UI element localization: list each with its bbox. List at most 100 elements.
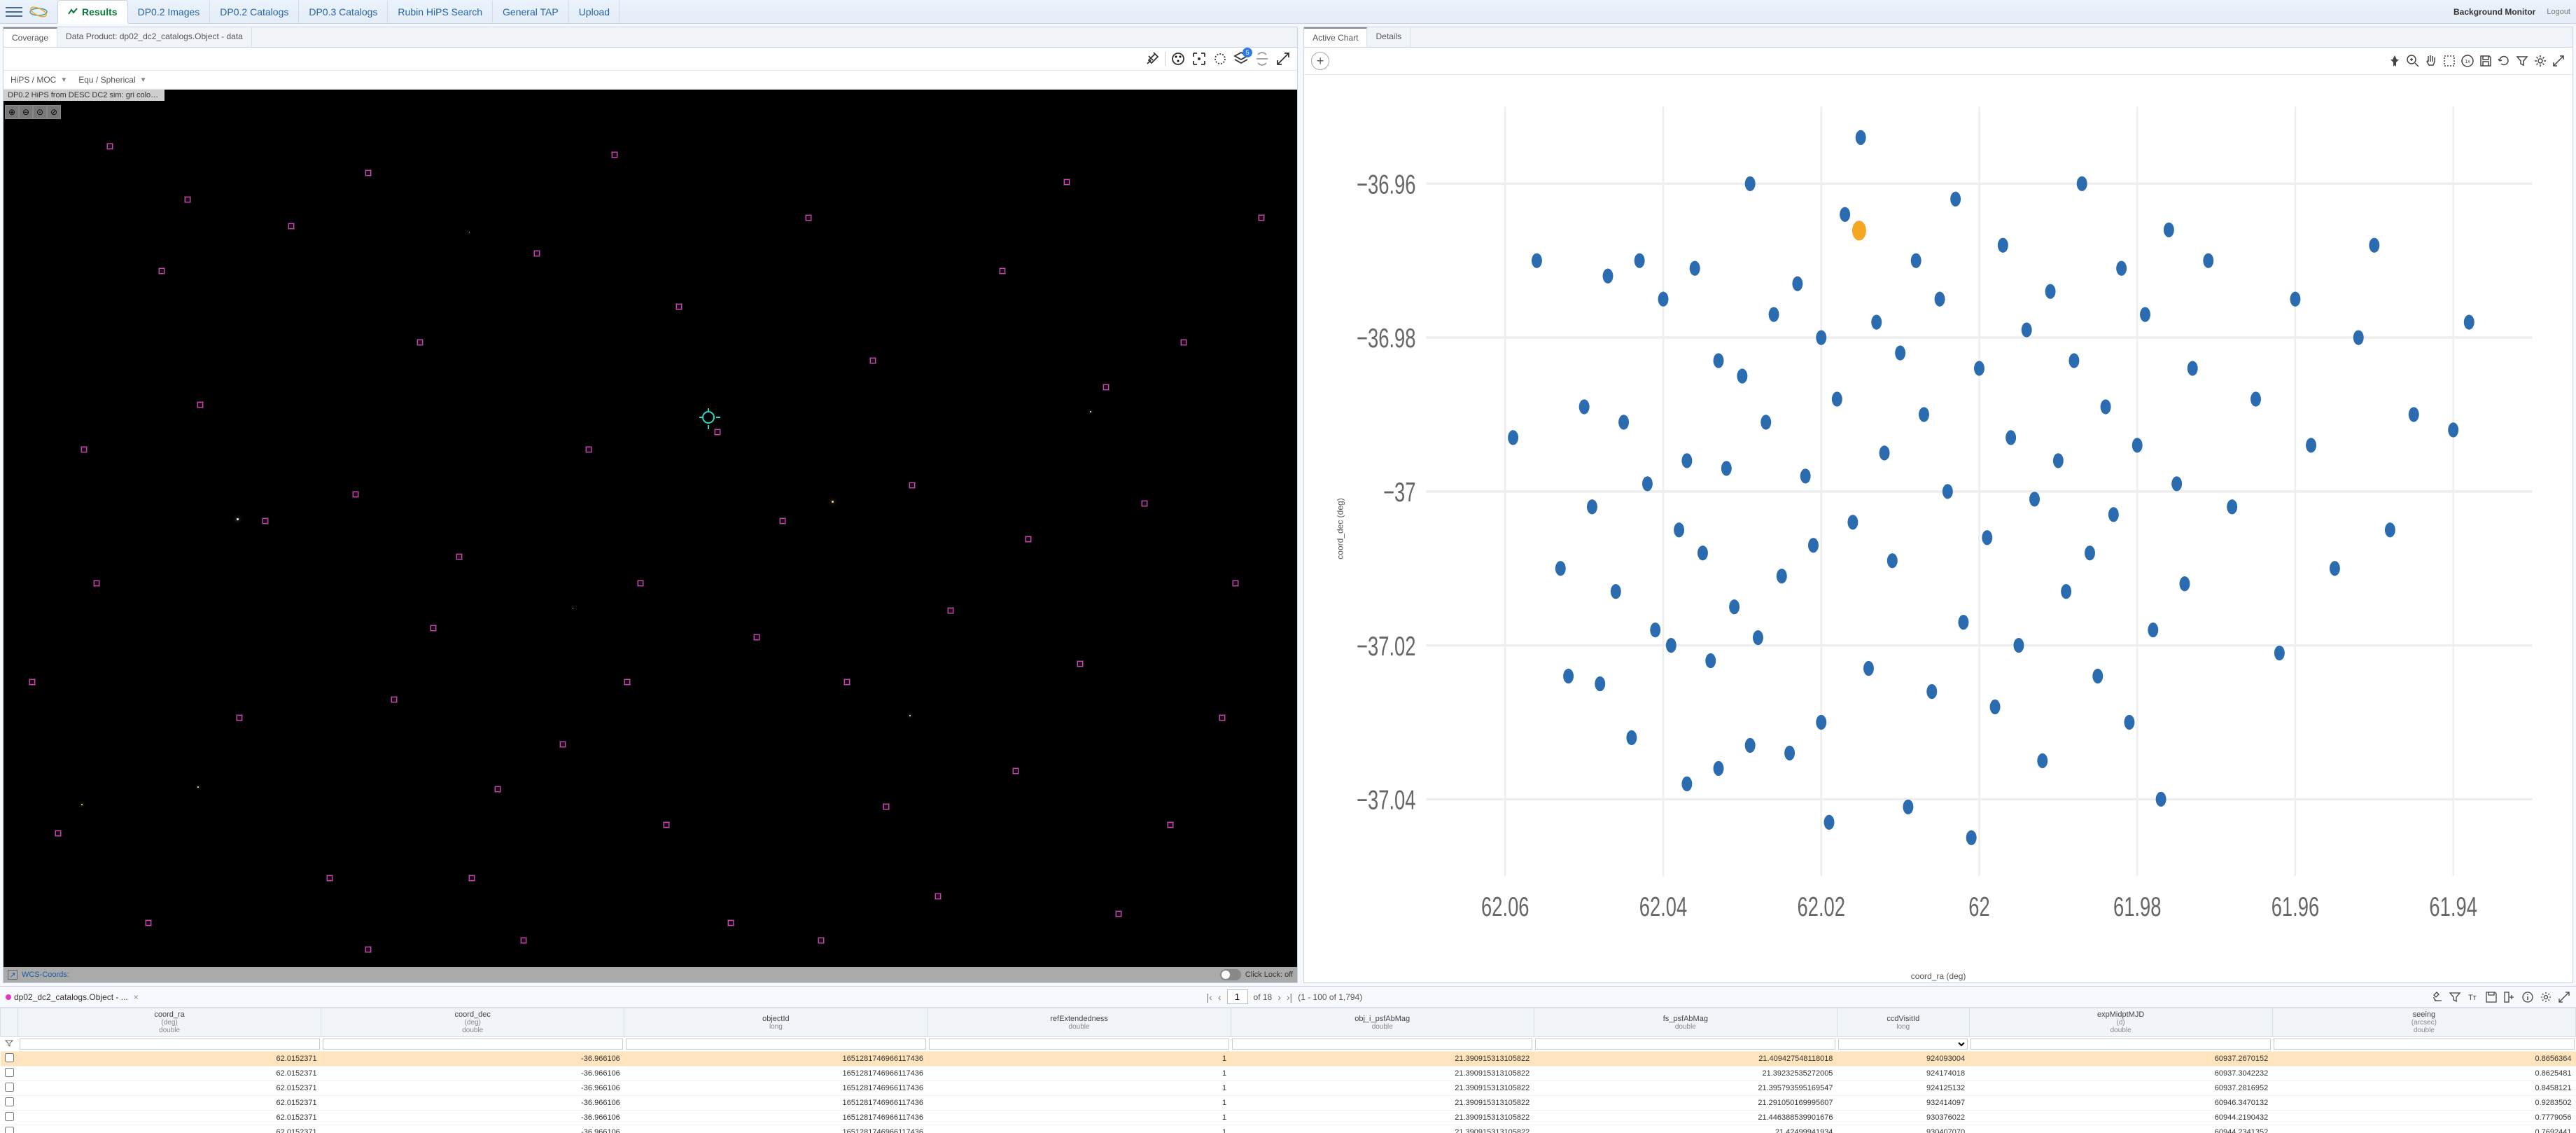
column-header[interactable]: ccdVisitIdlong <box>1837 1008 1969 1037</box>
column-header[interactable]: refExtendednessdouble <box>927 1008 1231 1037</box>
column-header[interactable]: obj_i_psfAbMagdouble <box>1231 1008 1534 1037</box>
svg-text:−37.04: −37.04 <box>1357 786 1415 816</box>
gear-icon[interactable] <box>2533 54 2547 68</box>
zoom-in-icon[interactable] <box>2406 54 2420 68</box>
color-icon[interactable] <box>1170 50 1186 67</box>
page-input[interactable] <box>1227 989 1248 1004</box>
row-checkbox[interactable] <box>5 1068 14 1077</box>
table-row[interactable]: 62.0152371-36.96610616512817469661174361… <box>1 1111 2576 1125</box>
save-icon[interactable] <box>2479 54 2493 68</box>
viewer-status-bar: ↗WCS-Coords: Click Lock: off <box>4 967 1297 982</box>
select-icon[interactable] <box>1212 50 1228 67</box>
dropdown-label: Equ / Spherical <box>78 75 135 85</box>
row-checkbox[interactable] <box>5 1127 14 1133</box>
table-row[interactable]: 62.0152371-36.96610616512817469661174361… <box>1 1052 2576 1066</box>
table-row[interactable]: 62.0152371-36.96610616512817469661174361… <box>1 1081 2576 1096</box>
click-lock-toggle[interactable] <box>1220 969 1241 980</box>
background-monitor-link[interactable]: Background Monitor <box>2454 7 2535 17</box>
expand-icon[interactable] <box>2552 54 2566 68</box>
table-tab[interactable]: dp02_dc2_catalogs.Object - ... × <box>6 992 139 1002</box>
table-row[interactable]: 62.0152371-36.96610616512817469661174361… <box>1 1066 2576 1081</box>
tab-label: DP0.3 Catalogs <box>309 6 377 18</box>
info-icon[interactable] <box>2521 991 2534 1003</box>
svg-text:−36.96: −36.96 <box>1357 170 1415 200</box>
filter-input[interactable] <box>323 1038 623 1050</box>
table-row[interactable]: 62.0152371-36.96610616512817469661174361… <box>1 1096 2576 1111</box>
pan-icon[interactable] <box>2424 54 2438 68</box>
prev-page-button[interactable]: ‹ <box>1218 992 1222 1003</box>
scatter-chart[interactable]: coord_dec (deg) 62.0662.0462.026261.9861… <box>1304 75 2572 982</box>
filter-input[interactable] <box>2274 1038 2574 1050</box>
logout-link[interactable]: Logout <box>2547 8 2570 16</box>
column-header[interactable]: fs_psfAbMagdouble <box>1534 1008 1837 1037</box>
text-options-icon[interactable]: Tт <box>2467 991 2479 1003</box>
column-header[interactable]: objectIdlong <box>624 1008 927 1037</box>
dropdown-label: HiPS / MOC <box>10 75 56 85</box>
tab-dp02-catalogs[interactable]: DP0.2 Catalogs <box>210 1 299 23</box>
row-checkbox[interactable] <box>5 1053 14 1062</box>
tab-results[interactable]: Results <box>57 0 128 24</box>
column-header[interactable]: seeing(arcsec)double <box>2272 1008 2575 1037</box>
filter-select[interactable] <box>1838 1038 1968 1050</box>
row-checkbox[interactable] <box>5 1083 14 1092</box>
add-chart-button[interactable]: + <box>1311 52 1329 70</box>
gear-icon[interactable] <box>2540 991 2552 1003</box>
column-header[interactable]: expMidptMJD(d)double <box>1969 1008 2272 1037</box>
add-column-icon[interactable] <box>2503 991 2516 1003</box>
filter-input[interactable] <box>929 1038 1229 1050</box>
expand-icon[interactable] <box>1275 50 1292 67</box>
tab-label: General TAP <box>503 6 559 18</box>
popout-icon[interactable]: ↗ <box>8 970 18 980</box>
filter-icon[interactable] <box>2449 991 2461 1003</box>
tab-dp02-images[interactable]: DP0.2 Images <box>128 1 211 23</box>
projection-dropdown[interactable]: Equ / Spherical▼ <box>78 75 146 85</box>
zoom-1x-icon[interactable]: 1x <box>2460 54 2474 68</box>
sky-viewer[interactable]: DP0.2 HiPS from DESC DC2 sim: gri colo… … <box>4 90 1297 982</box>
column-header[interactable]: coord_ra(deg)double <box>18 1008 321 1037</box>
page-range: (1 - 100 of 1,794) <box>1298 992 1362 1002</box>
filter-input[interactable] <box>1535 1038 1835 1050</box>
hips-moc-dropdown[interactable]: HiPS / MOC ▼ <box>10 75 67 85</box>
center-icon[interactable] <box>1191 50 1208 67</box>
filter-icon[interactable] <box>2515 54 2529 68</box>
svg-text:62.04: 62.04 <box>1639 892 1687 922</box>
reset-icon[interactable] <box>2497 54 2511 68</box>
tab-dp03-catalogs[interactable]: DP0.3 Catalogs <box>299 1 388 23</box>
microscope-icon[interactable] <box>2430 991 2443 1003</box>
row-checkbox[interactable] <box>5 1112 14 1121</box>
filter-input[interactable] <box>20 1038 320 1050</box>
subtab-coverage[interactable]: Coverage <box>4 27 57 47</box>
y-axis-label: coord_dec (deg) <box>1336 498 1345 559</box>
subtab-details[interactable]: Details <box>1367 27 1410 47</box>
tab-upload[interactable]: Upload <box>569 1 620 23</box>
results-table[interactable]: coord_ra(deg)doublecoord_dec(deg)doubleo… <box>0 1008 2576 1133</box>
filter-icon[interactable] <box>1 1037 18 1052</box>
catalog-markers <box>4 90 1297 982</box>
layers-icon[interactable] <box>1233 50 1250 67</box>
svg-text:−37: −37 <box>1383 478 1415 508</box>
pin-icon[interactable] <box>2388 54 2402 68</box>
select-box-icon[interactable] <box>2442 54 2456 68</box>
chevron-down-icon: ▼ <box>60 76 67 84</box>
filter-input[interactable] <box>1970 1038 2271 1050</box>
expand-icon[interactable] <box>2558 991 2570 1003</box>
filter-input[interactable] <box>626 1038 926 1050</box>
tab-rubin-hips[interactable]: Rubin HiPS Search <box>388 1 493 23</box>
close-icon[interactable]: × <box>134 992 139 1002</box>
column-header[interactable]: coord_dec(deg)double <box>321 1008 624 1037</box>
last-page-button[interactable]: ›| <box>1287 992 1292 1003</box>
menu-icon[interactable] <box>6 4 22 20</box>
filter-input[interactable] <box>1232 1038 1532 1050</box>
subtab-data-product[interactable]: Data Product: dp02_dc2_catalogs.Object -… <box>57 27 252 47</box>
row-checkbox[interactable] <box>5 1097 14 1106</box>
svg-text:62: 62 <box>1968 892 1989 922</box>
select-all-header[interactable] <box>1 1008 18 1037</box>
tab-general-tap[interactable]: General TAP <box>493 1 569 23</box>
first-page-button[interactable]: |‹ <box>1207 992 1212 1003</box>
table-row[interactable]: 62.0152371-36.96610616512817469661174361… <box>1 1125 2576 1133</box>
subtab-active-chart[interactable]: Active Chart <box>1304 27 1367 47</box>
lock-icon[interactable] <box>1254 50 1270 67</box>
next-page-button[interactable]: › <box>1278 992 1281 1003</box>
tools-icon[interactable] <box>1144 50 1161 67</box>
save-icon[interactable] <box>2485 991 2498 1003</box>
